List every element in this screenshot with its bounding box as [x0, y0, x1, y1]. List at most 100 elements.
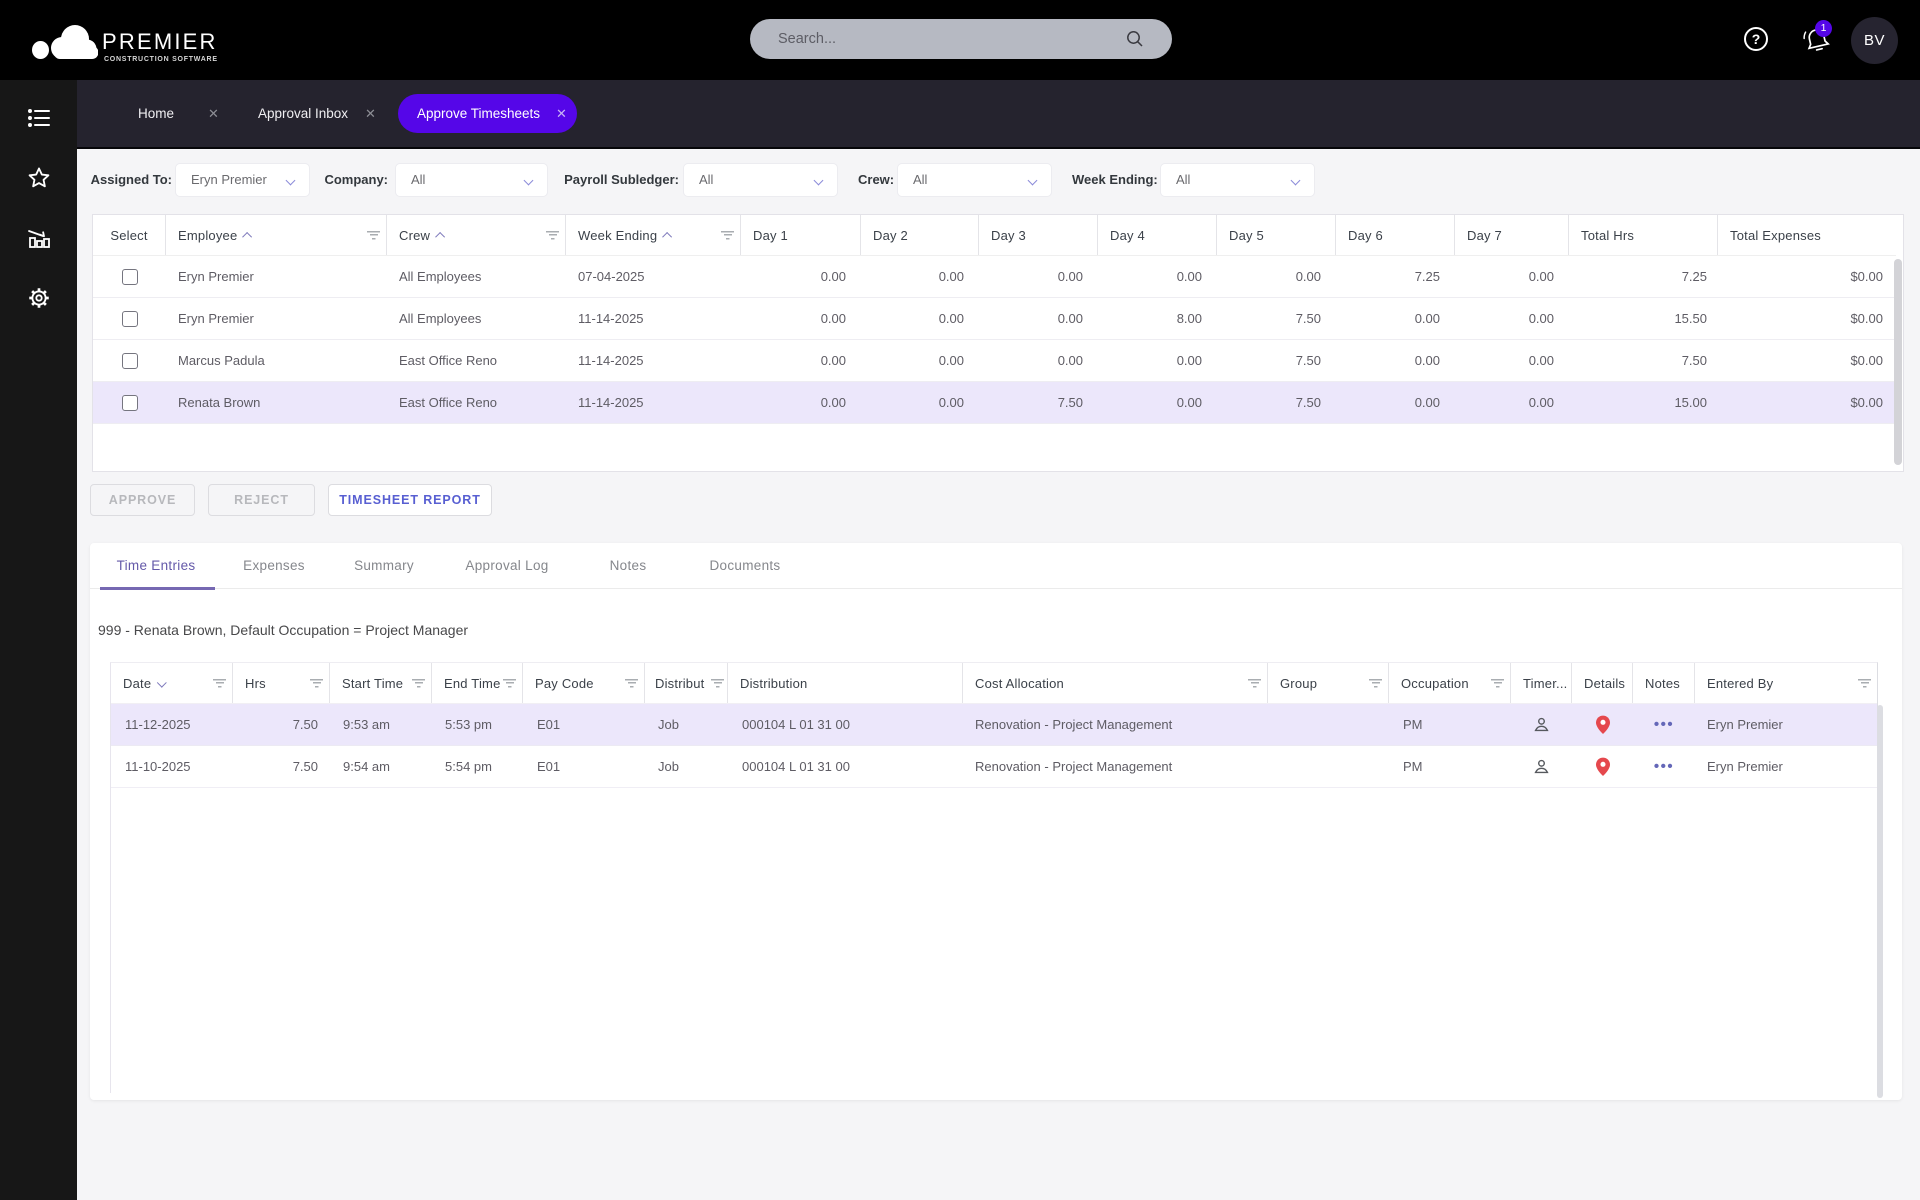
filter-icon[interactable] [367, 231, 380, 240]
col-header-distribution[interactable]: Distribution [728, 663, 963, 703]
filter-icon[interactable] [310, 679, 323, 688]
search-input[interactable]: Search... [750, 19, 1172, 59]
col-header-start-time[interactable]: Start Time [330, 663, 432, 703]
notification-badge: 1 [1815, 20, 1832, 37]
filter-icon[interactable] [1248, 679, 1261, 688]
filter-label-company: Company: [324, 163, 388, 197]
reject-button[interactable]: REJECT [208, 484, 315, 516]
filter-icon[interactable] [412, 679, 425, 688]
col-header-group[interactable]: Group [1268, 663, 1389, 703]
col-header-occupation[interactable]: Occupation [1389, 663, 1511, 703]
notes-dots-icon[interactable]: ••• [1654, 758, 1674, 775]
col-header-day4[interactable]: Day 4 [1098, 215, 1217, 255]
settings-gear-icon[interactable] [26, 285, 52, 311]
timesheet-row[interactable]: Eryn Premier All Employees 11-14-2025 0.… [93, 298, 1896, 340]
tab-approval-inbox-close-icon[interactable]: ✕ [365, 80, 376, 147]
col-header-timer[interactable]: Timer... [1511, 663, 1572, 703]
col-header-total-hrs[interactable]: Total Hrs [1569, 215, 1718, 255]
cell-employee: Eryn Premier [166, 256, 387, 297]
reports-chart-icon[interactable] [26, 225, 52, 251]
cell-group [1268, 704, 1389, 745]
search-icon[interactable] [1126, 30, 1144, 48]
time-entry-row[interactable]: 11-10-2025 7.50 9:54 am 5:54 pm E01 Job … [111, 746, 1877, 788]
filter-icon[interactable] [625, 679, 638, 688]
location-pin-icon[interactable] [1595, 757, 1611, 777]
avatar[interactable]: BV [1851, 17, 1898, 64]
tab-notes[interactable]: Notes [610, 543, 647, 588]
filter-icon[interactable] [721, 231, 734, 240]
notifications-button[interactable]: 1 [1800, 22, 1836, 58]
row-checkbox[interactable] [122, 353, 138, 369]
filter-icon[interactable] [546, 231, 559, 240]
row-checkbox[interactable] [122, 269, 138, 285]
cell-select [93, 298, 166, 339]
col-header-date[interactable]: Date [111, 663, 233, 703]
tab-approval-inbox[interactable]: Approval Inbox [258, 80, 348, 147]
time-entry-row-selected[interactable]: 11-12-2025 7.50 9:53 am 5:53 pm E01 Job … [111, 704, 1877, 746]
timesheet-row[interactable]: Eryn Premier All Employees 07-04-2025 0.… [93, 256, 1896, 298]
tab-approve-timesheets[interactable]: Approve Timesheets ✕ [398, 94, 577, 133]
tab-approve-timesheets-close-icon[interactable]: ✕ [556, 94, 567, 133]
detail-tabs: Time Entries Expenses Summary Approval L… [90, 543, 1902, 589]
cell-week-ending: 07-04-2025 [566, 256, 741, 297]
payroll-subledger-select[interactable]: All [683, 163, 838, 197]
favorites-star-icon[interactable] [26, 165, 52, 191]
col-header-day2[interactable]: Day 2 [861, 215, 979, 255]
col-header-distribut[interactable]: Distribut [645, 663, 728, 703]
chevron-down-icon [1028, 176, 1038, 186]
location-pin-icon[interactable] [1595, 715, 1611, 735]
col-header-details[interactable]: Details [1572, 663, 1633, 703]
col-header-pay-code[interactable]: Pay Code [523, 663, 645, 703]
company-select[interactable]: All [395, 163, 548, 197]
row-checkbox[interactable] [122, 395, 138, 411]
week-ending-select[interactable]: All [1160, 163, 1315, 197]
tab-time-entries[interactable]: Time Entries [117, 543, 196, 588]
col-header-cost-allocation[interactable]: Cost Allocation [963, 663, 1268, 703]
timesheet-row-selected[interactable]: Renata Brown East Office Reno 11-14-2025… [93, 382, 1896, 424]
col-header-day7[interactable]: Day 7 [1455, 215, 1569, 255]
tab-expenses[interactable]: Expenses [243, 543, 305, 588]
filter-icon[interactable] [711, 679, 724, 688]
cell-timer [1511, 704, 1572, 745]
assigned-to-select[interactable]: Eryn Premier [175, 163, 310, 197]
crew-select[interactable]: All [897, 163, 1052, 197]
col-header-employee[interactable]: Employee [166, 215, 387, 255]
filter-icon[interactable] [1858, 679, 1871, 688]
tab-approval-log[interactable]: Approval Log [465, 543, 548, 588]
filter-icon[interactable] [503, 679, 516, 688]
col-header-day5[interactable]: Day 5 [1217, 215, 1336, 255]
filter-icon[interactable] [1369, 679, 1382, 688]
col-header-crew[interactable]: Crew [387, 215, 566, 255]
col-header-label: Start Time [342, 676, 403, 691]
cell-date: 11-12-2025 [111, 704, 233, 745]
col-header-day1[interactable]: Day 1 [741, 215, 861, 255]
table-vertical-scrollbar[interactable] [1894, 259, 1902, 465]
filter-icon[interactable] [1491, 679, 1504, 688]
menu-list-icon[interactable] [26, 105, 52, 131]
search-placeholder: Search... [778, 19, 836, 59]
filter-icon[interactable] [213, 679, 226, 688]
help-icon[interactable]: ? [1744, 27, 1768, 51]
scrollbar-thumb[interactable] [1894, 259, 1902, 465]
timer-person-icon[interactable] [1532, 715, 1551, 734]
tab-documents[interactable]: Documents [710, 543, 781, 588]
cell-start-time: 9:54 am [330, 746, 432, 787]
col-header-notes[interactable]: Notes [1633, 663, 1695, 703]
col-header-day6[interactable]: Day 6 [1336, 215, 1455, 255]
col-header-total-expenses[interactable]: Total Expenses [1718, 215, 1896, 255]
tab-home-close-icon[interactable]: ✕ [208, 80, 219, 147]
col-header-hrs[interactable]: Hrs [233, 663, 330, 703]
timesheet-row[interactable]: Marcus Padula East Office Reno 11-14-202… [93, 340, 1896, 382]
col-header-end-time[interactable]: End Time [432, 663, 523, 703]
tab-summary[interactable]: Summary [354, 543, 414, 588]
col-header-week-ending[interactable]: Week Ending [566, 215, 741, 255]
timer-person-icon[interactable] [1532, 757, 1551, 776]
approve-button[interactable]: APPROVE [90, 484, 195, 516]
row-checkbox[interactable] [122, 311, 138, 327]
timesheet-report-button[interactable]: TIMESHEET REPORT [328, 484, 492, 516]
tab-home[interactable]: Home [138, 80, 174, 147]
col-header-day3[interactable]: Day 3 [979, 215, 1098, 255]
col-header-entered-by[interactable]: Entered By [1695, 663, 1877, 703]
detail-panel: Time Entries Expenses Summary Approval L… [90, 543, 1902, 1100]
notes-dots-icon[interactable]: ••• [1654, 716, 1674, 733]
